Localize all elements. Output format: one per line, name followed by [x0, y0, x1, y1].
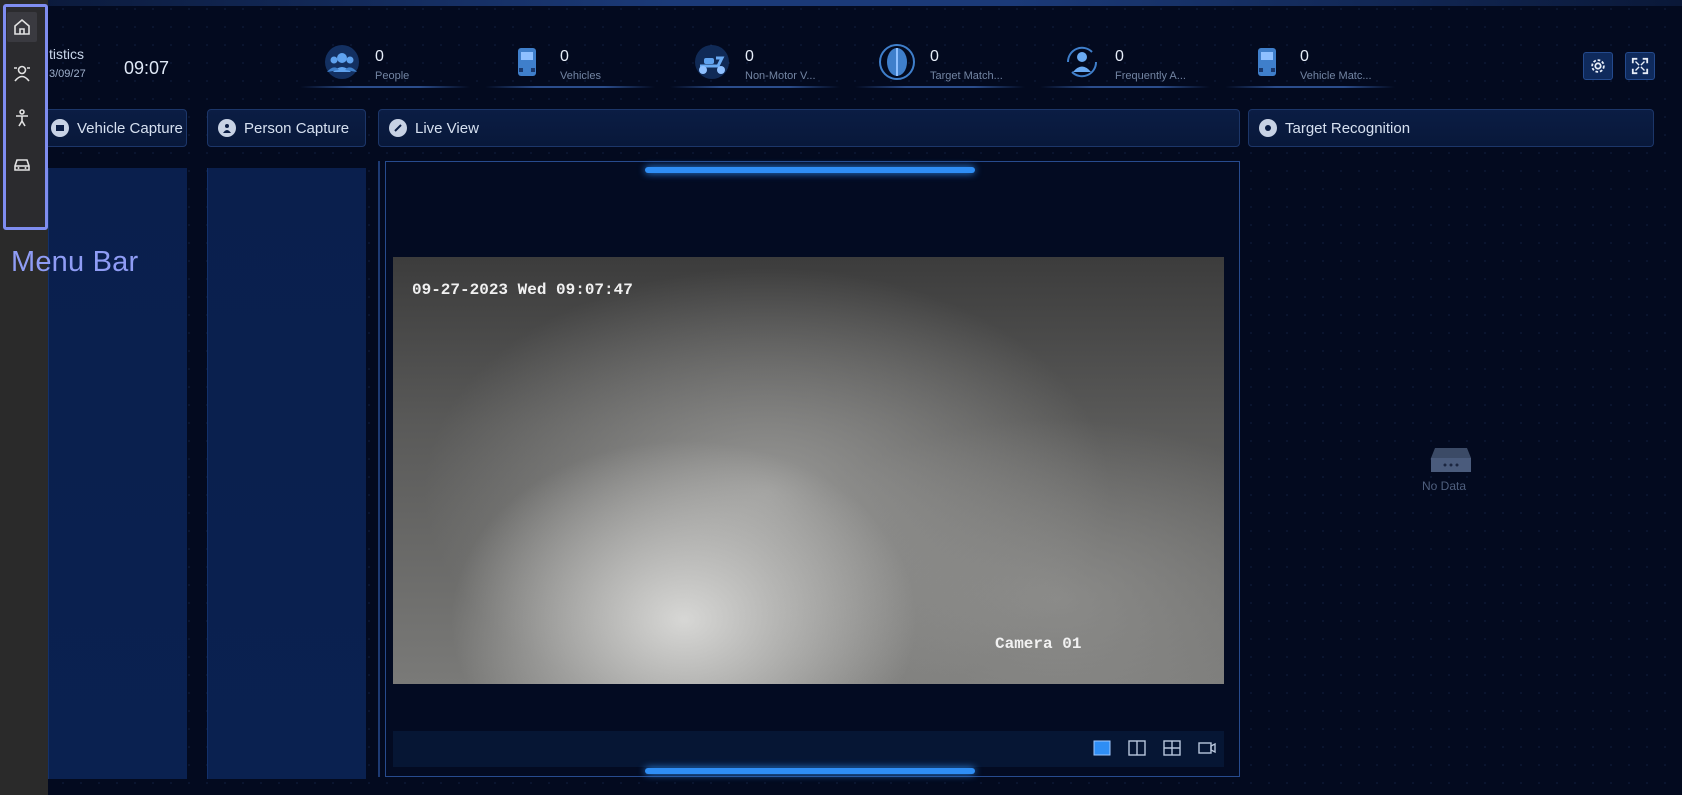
stat-divider [1040, 86, 1210, 88]
stat-label: Target Match... [930, 70, 1003, 82]
header-time: 09:07 [124, 58, 170, 78]
stat-divider [670, 86, 840, 88]
menu-bar-annotation: Menu Bar [11, 246, 139, 278]
stat-target-match: 0 Target Match... [855, 42, 1025, 88]
camera-button[interactable] [1197, 739, 1217, 757]
video-camera-name: Camera 01 [995, 635, 1082, 653]
stat-count: 0 [375, 48, 384, 65]
header-date: 3/09/27 [49, 68, 86, 80]
panel-title: Target Recognition [1285, 119, 1411, 137]
menu-bar [0, 0, 48, 795]
stat-divider [300, 86, 470, 88]
stat-count: 0 [930, 48, 939, 65]
split-2-button[interactable] [1127, 739, 1147, 757]
target-match-icon [875, 42, 919, 82]
empty-box-icon [1431, 448, 1471, 472]
live-view-accent [645, 167, 975, 173]
vehicle-icon [14, 159, 30, 171]
stat-count: 0 [560, 48, 569, 65]
stat-label: Vehicle Matc... [1300, 70, 1372, 82]
stat-label: Frequently A... [1115, 70, 1186, 82]
menu-item-person-recognition[interactable] [7, 58, 37, 88]
stat-divider [1225, 86, 1395, 88]
stat-non-motor-vehicles: 0 Non-Motor V... [670, 42, 840, 88]
single-view-icon [1093, 740, 1111, 756]
gear-icon [1591, 59, 1605, 73]
vehicle-capture-icon [51, 119, 69, 137]
stat-label: People [375, 70, 410, 82]
person-capture-icon [218, 119, 236, 137]
pedestrian-icon [16, 109, 28, 127]
tab-person-capture[interactable]: Person Capture [207, 109, 366, 147]
tab-vehicle-capture[interactable]: Vehicle Capture [40, 109, 187, 147]
live-view-accent [645, 768, 975, 774]
frequent-person-icon [1060, 42, 1104, 82]
panel-title: Person Capture [244, 119, 350, 137]
scooter-icon [690, 42, 734, 82]
single-view-button[interactable] [1092, 739, 1112, 757]
split-2-icon [1128, 740, 1146, 756]
vehicles-icon [505, 42, 549, 82]
stat-label: Non-Motor V... [745, 70, 816, 82]
stat-count: 0 [1300, 48, 1309, 65]
fullscreen-icon [1631, 57, 1649, 75]
settings-button[interactable] [1583, 52, 1613, 80]
no-data-label: No Data [1422, 479, 1467, 493]
menu-item-vehicle[interactable] [7, 149, 37, 179]
stat-vehicle-match: 0 Vehicle Matc... [1225, 42, 1395, 88]
split-4-icon [1163, 740, 1181, 756]
stat-people: 0 People [300, 42, 470, 88]
menu-item-home[interactable] [7, 12, 37, 42]
panel-title: Live View [415, 119, 479, 137]
stat-divider [855, 86, 1025, 88]
stat-vehicles: 0 Vehicles [485, 42, 655, 88]
stat-divider [485, 86, 655, 88]
vehicle-match-icon [1245, 42, 1289, 82]
stat-count: 0 [1115, 48, 1124, 65]
panel-title: Vehicle Capture [77, 119, 183, 137]
tab-target-recognition[interactable]: Target Recognition [1248, 109, 1654, 147]
stat-label: Vehicles [560, 70, 601, 82]
target-recognition-icon [1259, 119, 1277, 137]
page-title: tistics [49, 46, 84, 62]
live-view-icon [389, 119, 407, 137]
live-frame-edge [378, 161, 380, 777]
camera-icon [1198, 742, 1216, 754]
stat-frequently-appeared: 0 Frequently A... [1040, 42, 1210, 88]
stat-count: 0 [745, 48, 754, 65]
people-icon [320, 42, 364, 82]
home-icon [14, 18, 30, 35]
menu-item-pedestrian[interactable] [7, 103, 37, 133]
video-timestamp: 09-27-2023 Wed 09:07:47 [412, 281, 633, 299]
fullscreen-button[interactable] [1625, 52, 1655, 80]
split-4-button[interactable] [1162, 739, 1182, 757]
person-recognition-icon [14, 65, 30, 82]
person-capture-list [207, 168, 366, 779]
camera-video-feed[interactable]: 09-27-2023 Wed 09:07:47 Camera 01 [393, 257, 1224, 684]
tab-live-view[interactable]: Live View [378, 109, 1240, 147]
top-glow-strip [0, 0, 1682, 6]
